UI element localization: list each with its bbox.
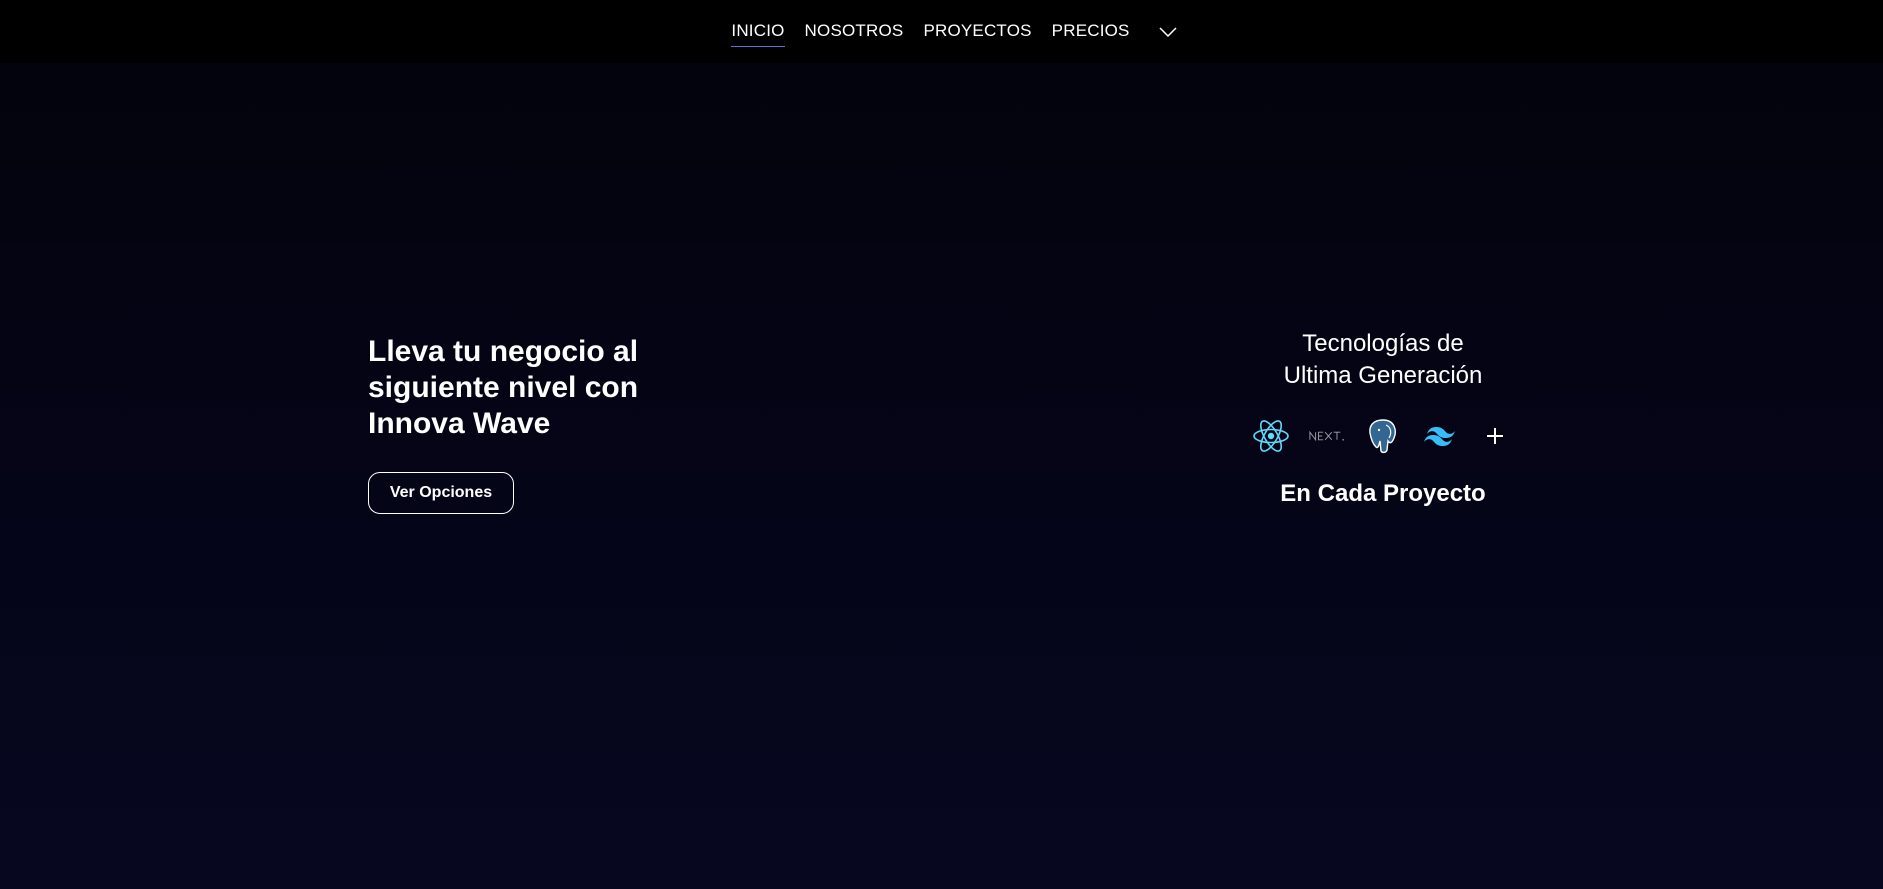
postgresql-icon [1364, 417, 1402, 455]
hero-title-line: Lleva tu negocio al [368, 335, 639, 368]
page: INICIO NOSOTROS PROYECTOS PRECIOS Lleva … [0, 0, 1883, 889]
nav-item-nosotros[interactable]: NOSOTROS [805, 19, 904, 45]
react-icon [1252, 417, 1290, 455]
tailwind-icon [1420, 417, 1458, 455]
hero-title-line: Innova Wave [368, 407, 551, 440]
nav-item-precios[interactable]: PRECIOS [1052, 19, 1130, 45]
plus-icon [1476, 417, 1514, 455]
tech-heading: Tecnologías de Ultima Generación [1233, 328, 1533, 392]
hero-section: Lleva tu negocio al siguiente nivel con … [368, 334, 688, 514]
ver-opciones-button[interactable]: Ver Opciones [368, 472, 514, 514]
nav-item-inicio[interactable]: INICIO [731, 19, 785, 47]
top-navbar: INICIO NOSOTROS PROYECTOS PRECIOS [0, 0, 1883, 63]
nextjs-icon [1308, 417, 1346, 455]
tech-heading-line: Tecnologías de [1302, 330, 1464, 357]
main-nav: INICIO NOSOTROS PROYECTOS PRECIOS [731, 19, 1178, 47]
nav-item-proyectos[interactable]: PROYECTOS [923, 19, 1031, 45]
hero-title-line: siguiente nivel con [368, 371, 639, 404]
hero-title: Lleva tu negocio al siguiente nivel con … [368, 334, 688, 442]
tech-section: Tecnologías de Ultima Generación En Cada… [1233, 328, 1533, 508]
tech-heading-line: Ultima Generación [1283, 362, 1483, 389]
tech-footer: En Cada Proyecto [1280, 480, 1486, 507]
chevron-down-icon[interactable] [1158, 22, 1178, 42]
tech-icons-row [1233, 416, 1533, 456]
